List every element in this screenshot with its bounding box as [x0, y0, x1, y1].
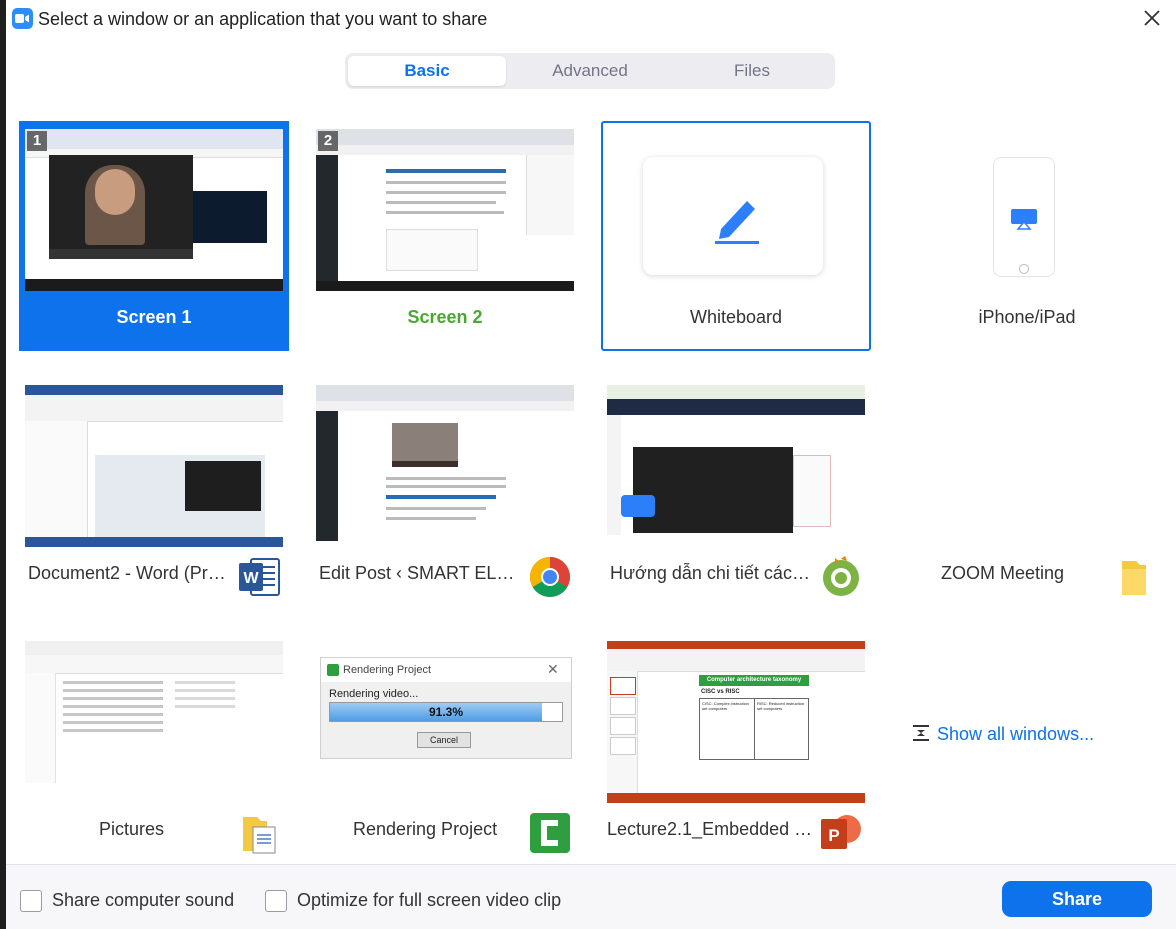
word-icon: W [237, 555, 281, 599]
chrome-thumbnail [316, 385, 574, 547]
tile-label: Document2 - Word (Product Activation Fai… [28, 563, 228, 583]
rendering-status: Rendering video... [329, 688, 419, 700]
cancel-button: Cancel [417, 732, 471, 748]
phone-icon [993, 157, 1055, 277]
powerpoint-thumbnail: Computer architecture taxonomy CISC vs R… [607, 641, 865, 803]
tab-advanced[interactable]: Advanced [510, 56, 670, 86]
screen-2-thumbnail: 2 [316, 129, 574, 291]
tile-rendering-project[interactable]: Rendering Project ✕ Rendering video... 9… [310, 633, 580, 863]
tab-files[interactable]: Files [672, 56, 832, 86]
coccoc-icon [819, 555, 863, 599]
tile-pictures[interactable]: Pictures [19, 633, 289, 863]
tile-zoom-meeting[interactable]: ZOOM Meeting [892, 377, 1162, 607]
svg-text:W: W [243, 570, 259, 587]
tile-word-document[interactable]: Document2 - Word (Product Activation Fai… [19, 377, 289, 607]
progress-text: 91.3% [428, 705, 464, 719]
powerpoint-icon: P [819, 811, 863, 855]
tile-label: Whiteboard [689, 307, 783, 327]
pictures-folder-icon [237, 811, 281, 855]
tile-whiteboard[interactable]: Whiteboard [601, 121, 871, 351]
tile-label: iPhone/iPad [978, 307, 1076, 327]
tile-label: Screen 2 [407, 307, 483, 327]
pen-icon [715, 201, 759, 244]
tile-label: Screen 1 [116, 307, 192, 327]
rendering-thumbnail: Rendering Project ✕ Rendering video... 9… [320, 657, 572, 759]
expand-icon [913, 725, 929, 741]
whiteboard-card [643, 157, 823, 275]
explorer-thumbnail [25, 641, 283, 803]
folder-icon [1114, 555, 1158, 599]
screen-number-badge: 1 [27, 131, 47, 151]
airplay-icon [1011, 209, 1037, 230]
coccoc-thumbnail [607, 385, 865, 547]
share-button[interactable]: Share [1002, 881, 1152, 917]
progress-bar: 91.3% [329, 702, 563, 722]
window-title: Select a window or an application that y… [38, 9, 488, 29]
slide-bullet: CISC vs RISC [701, 689, 740, 695]
tile-powerpoint-lecture[interactable]: Computer architecture taxonomy CISC vs R… [601, 633, 871, 863]
tile-screen-2[interactable]: 2 Screen 2 [310, 121, 580, 351]
tab-bar: Basic Advanced Files [345, 53, 835, 89]
tile-label: Edit Post ‹ SMART ELECTRONICS [319, 563, 519, 583]
chrome-icon [528, 555, 572, 599]
word-thumbnail [25, 385, 283, 547]
slide-col-2: RISC: Reduced instruction set computers [757, 701, 805, 711]
share-computer-sound-checkbox[interactable] [20, 890, 42, 912]
close-icon[interactable] [1140, 6, 1164, 30]
tile-label: ZOOM Meeting [941, 563, 1065, 583]
slide-title: Computer architecture taxonomy [699, 675, 809, 686]
svg-text:P: P [828, 826, 839, 845]
share-screen-dialog: Select a window or an application that y… [6, 0, 1176, 929]
dialog-title: Rendering Project [343, 664, 432, 676]
tile-label: Lecture2.1_Embedded computer architectur… [607, 819, 819, 839]
tile-coccoc-browser[interactable]: Hướng dẫn chi tiết cách dùng Zoom [601, 377, 871, 607]
dialog-close-icon: ✕ [547, 661, 559, 677]
zoom-camera-icon [12, 8, 33, 29]
slide-col-1: CISC: Complex instruction set computers [702, 701, 749, 711]
show-all-windows-link[interactable]: Show all windows... [911, 724, 1094, 745]
tile-label: Rendering Project [353, 819, 498, 839]
show-all-label: Show all windows... [937, 724, 1095, 744]
optimize-video-label: Optimize for full screen video clip [297, 890, 562, 910]
camtasia-icon [528, 811, 572, 855]
title-bar: Select a window or an application that y… [6, 0, 1176, 40]
screen-number-badge: 2 [318, 131, 338, 151]
tab-basic[interactable]: Basic [348, 56, 506, 86]
tile-screen-1[interactable]: 1 Screen 1 [19, 121, 289, 351]
tile-chrome-edit-post[interactable]: Edit Post ‹ SMART ELECTRONICS [310, 377, 580, 607]
optimize-video-checkbox[interactable] [265, 890, 287, 912]
tile-label: Hướng dẫn chi tiết cách dùng Zoom [610, 563, 810, 583]
share-computer-sound-label: Share computer sound [52, 890, 235, 910]
screen-1-thumbnail: 1 [25, 129, 283, 291]
tile-iphone-ipad[interactable]: iPhone/iPad [892, 121, 1162, 351]
footer-bar: Share computer sound Optimize for full s… [6, 864, 1176, 929]
